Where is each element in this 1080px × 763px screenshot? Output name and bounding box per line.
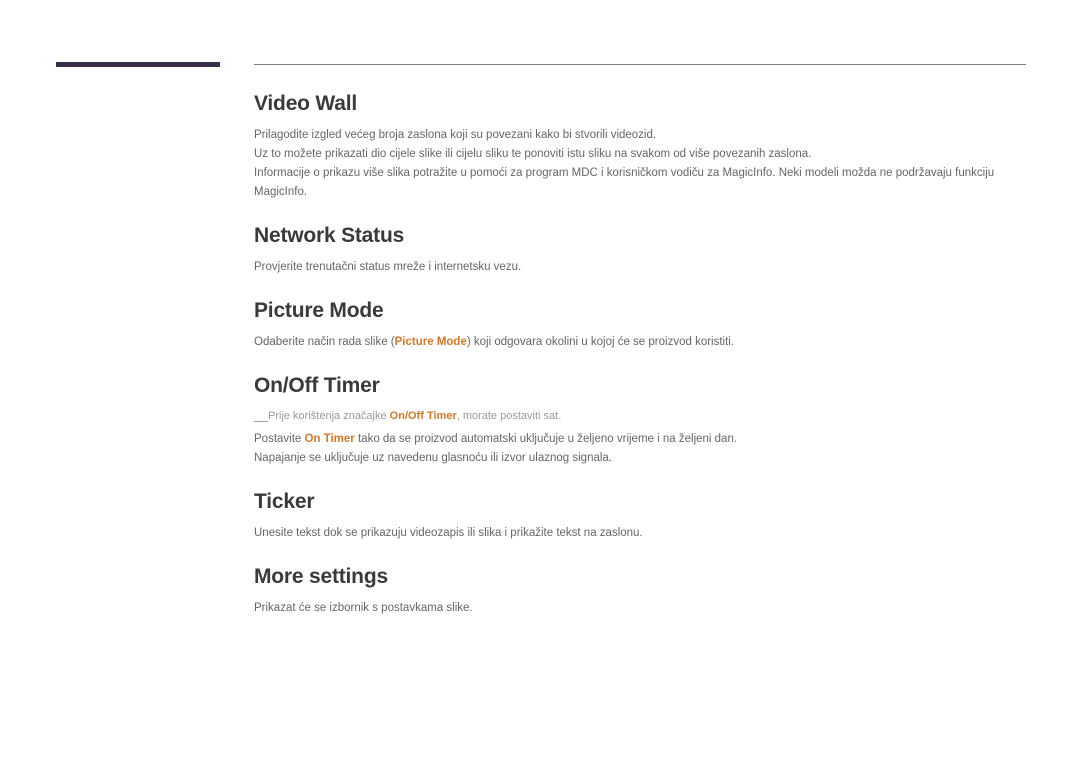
on-timer-em: On Timer xyxy=(305,433,355,445)
video-wall-p1: Prilagodite izgled većeg broja zaslona k… xyxy=(254,126,1026,145)
note-text-a: Prije korištenja značajke xyxy=(268,410,390,422)
on-off-timer-p2: Napajanje se uključuje uz navedenu glasn… xyxy=(254,449,1026,468)
heading-more-settings: More settings xyxy=(254,565,1026,589)
top-accent-bar xyxy=(56,62,220,67)
section-ticker: Ticker Unesite tekst dok se prikazuju vi… xyxy=(254,490,1026,543)
heading-ticker: Ticker xyxy=(254,490,1026,514)
section-more-settings: More settings Prikazat će se izbornik s … xyxy=(254,565,1026,618)
section-network-status: Network Status Provjerite trenutačni sta… xyxy=(254,224,1026,277)
heading-on-off-timer: On/Off Timer xyxy=(254,374,1026,398)
heading-picture-mode: Picture Mode xyxy=(254,299,1026,323)
heading-video-wall: Video Wall xyxy=(254,92,1026,116)
video-wall-p3: Informacije o prikazu više slika potraži… xyxy=(254,164,1026,202)
p1b: tako da se proizvod automatski uključuje… xyxy=(355,433,737,445)
note-dash-icon: ― xyxy=(254,410,268,431)
p1a: Postavite xyxy=(254,433,305,445)
section-on-off-timer: On/Off Timer ― Prije korištenja značajke… xyxy=(254,374,1026,468)
picture-mode-em: Picture Mode xyxy=(395,336,467,348)
more-settings-p1: Prikazat će se izbornik s postavkama sli… xyxy=(254,599,1026,618)
top-horizontal-rule xyxy=(254,64,1026,65)
picture-mode-p1b: ) koji odgovara okolini u kojoj će se pr… xyxy=(467,336,734,348)
on-off-timer-note: ― Prije korištenja značajke On/Off Timer… xyxy=(254,408,1026,425)
network-status-p1: Provjerite trenutačni status mreže i int… xyxy=(254,258,1026,277)
note-text-b: , morate postaviti sat. xyxy=(457,410,562,422)
heading-network-status: Network Status xyxy=(254,224,1026,248)
on-off-timer-p1: Postavite On Timer tako da se proizvod a… xyxy=(254,430,1026,449)
section-picture-mode: Picture Mode Odaberite način rada slike … xyxy=(254,299,1026,352)
note-em: On/Off Timer xyxy=(390,410,457,422)
picture-mode-p1a: Odaberite način rada slike ( xyxy=(254,336,395,348)
ticker-p1: Unesite tekst dok se prikazuju videozapi… xyxy=(254,524,1026,543)
main-content: Video Wall Prilagodite izgled većeg broj… xyxy=(254,92,1026,640)
video-wall-p2: Uz to možete prikazati dio cijele slike … xyxy=(254,145,1026,164)
section-video-wall: Video Wall Prilagodite izgled većeg broj… xyxy=(254,92,1026,202)
picture-mode-p1: Odaberite način rada slike (Picture Mode… xyxy=(254,333,1026,352)
